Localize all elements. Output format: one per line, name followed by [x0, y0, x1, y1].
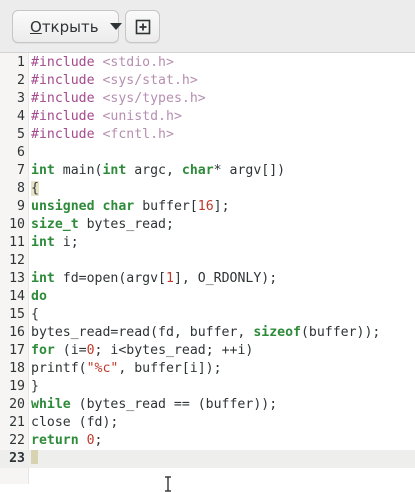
line-code[interactable]: } [31, 378, 39, 396]
line-code[interactable]: #include <stdio.h> [31, 54, 174, 72]
text-cursor-ibeam-icon [165, 476, 171, 492]
code-line[interactable]: 2 #include <sys/stat.h> [0, 72, 415, 90]
line-code[interactable] [31, 450, 38, 468]
line-number: 7 [17, 163, 25, 178]
open-label-mnemonic: О [30, 17, 42, 36]
code-line[interactable]: 16 bytes_read=read(fd, buffer, sizeof(buf… [0, 324, 415, 342]
code-line[interactable]: 1 #include <stdio.h> [0, 54, 415, 72]
line-code[interactable]: for (i=0; i<bytes_read; ++i) [31, 342, 253, 360]
code-line[interactable]: 4 #include <unistd.h> [0, 108, 415, 126]
code-line[interactable]: 15 { [0, 306, 415, 324]
line-number: 20 [9, 397, 25, 412]
line-number: 12 [9, 253, 25, 268]
line-number: 11 [9, 235, 25, 250]
code-line[interactable]: 12 [0, 252, 415, 270]
line-code[interactable]: size_t bytes_read; [31, 216, 174, 234]
line-code[interactable]: int i; [31, 234, 79, 252]
line-number: 1 [17, 55, 25, 70]
line-number: 9 [17, 199, 25, 214]
line-number: 5 [17, 127, 25, 142]
code-line[interactable]: 22 return 0; [0, 432, 415, 450]
code-line[interactable]: 17 for (i=0; i<bytes_read; ++i) [0, 342, 415, 360]
line-number: 19 [9, 379, 25, 394]
line-code[interactable]: int fd=open(argv[1], O_RDONLY); [31, 270, 277, 288]
line-code[interactable]: return 0; [31, 432, 103, 450]
line-number: 4 [17, 109, 25, 124]
header-bar: Открыть [0, 0, 415, 53]
line-code[interactable]: do [31, 288, 47, 306]
open-button[interactable]: Открыть [12, 10, 122, 43]
open-label-text: ткрыть [41, 17, 99, 36]
code-line[interactable]: 13 int fd=open(argv[1], O_RDONLY); [0, 270, 415, 288]
code-line[interactable]: 18 printf("%c", buffer[i]); [0, 360, 415, 378]
code-line[interactable]: 7 int main(int argc, char* argv[]) [0, 162, 415, 180]
line-code[interactable]: while (bytes_read == (buffer)); [31, 396, 277, 414]
line-number: 2 [17, 73, 25, 88]
line-number: 8 [17, 181, 25, 196]
code-line[interactable]: 8{ [0, 180, 415, 198]
line-number: 22 [9, 433, 25, 448]
line-code[interactable]: bytes_read=read(fd, buffer, sizeof(buffe… [31, 324, 380, 342]
code-line[interactable]: 19} [0, 378, 415, 396]
line-code[interactable]: printf("%c", buffer[i]); [31, 360, 222, 378]
line-code[interactable]: #include <sys/stat.h> [31, 72, 198, 90]
new-document-button[interactable] [125, 10, 160, 43]
code-line[interactable]: 9 unsigned char buffer[16]; [0, 198, 415, 216]
code-line[interactable]: 6 [0, 144, 415, 162]
text-caret [31, 450, 38, 464]
line-number: 3 [17, 91, 25, 106]
line-number: 23 [9, 451, 25, 466]
line-code[interactable]: unsigned char buffer[16]; [31, 198, 230, 216]
line-number: 21 [9, 415, 25, 430]
code-line[interactable]: 14 do [0, 288, 415, 306]
line-code[interactable]: #include <unistd.h> [31, 108, 182, 126]
code-editor[interactable]: 1 #include <stdio.h> 2 #include <sys/stat.h… [0, 53, 415, 492]
code-line[interactable]: 11 int i; [0, 234, 415, 252]
code-line[interactable]: 23 [0, 450, 415, 468]
code-line[interactable]: 5 #include <fcntl.h> [0, 126, 415, 144]
chevron-down-icon[interactable] [109, 23, 122, 30]
line-code[interactable]: #include <fcntl.h> [31, 126, 174, 144]
line-number: 6 [17, 145, 25, 160]
line-code[interactable]: int main(int argc, char* argv[]) [31, 162, 285, 180]
line-number: 16 [9, 325, 25, 340]
line-code[interactable]: close (fd); [31, 414, 118, 432]
code-line[interactable]: 3 #include <sys/types.h> [0, 90, 415, 108]
line-code[interactable]: { [31, 306, 39, 324]
line-number: 17 [9, 343, 25, 358]
line-number: 15 [9, 307, 25, 322]
line-code[interactable]: #include <sys/types.h> [31, 90, 206, 108]
line-number: 18 [9, 361, 25, 376]
code-line[interactable]: 21 close (fd); [0, 414, 415, 432]
line-number: 14 [9, 289, 25, 304]
code-line[interactable]: 20 while (bytes_read == (buffer)); [0, 396, 415, 414]
open-button-label: Открыть [30, 18, 99, 36]
new-document-icon [135, 19, 150, 34]
line-code[interactable]: { [31, 180, 39, 198]
line-number: 13 [9, 271, 25, 286]
code-line[interactable]: 10 size_t bytes_read; [0, 216, 415, 234]
line-number: 10 [9, 217, 25, 232]
